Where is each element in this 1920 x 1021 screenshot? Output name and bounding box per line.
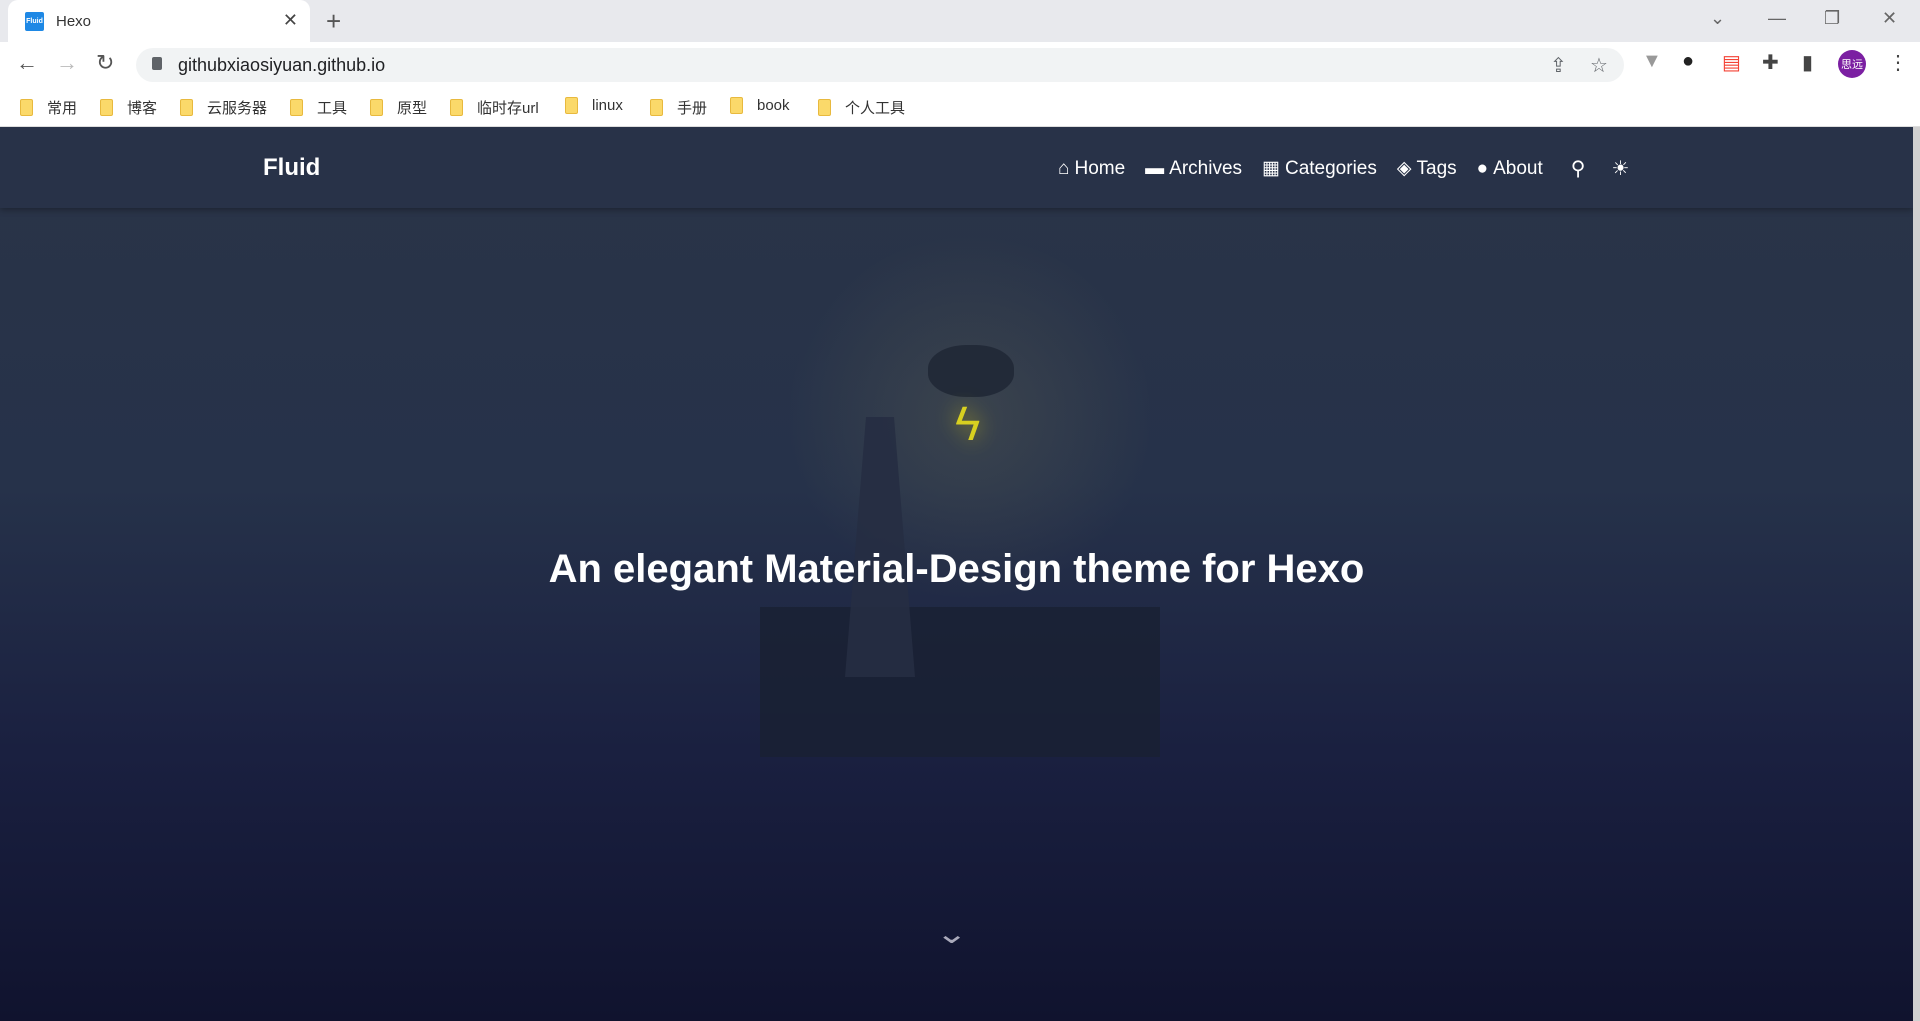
close-window-button[interactable]: ✕ xyxy=(1882,8,1897,29)
nav-label: About xyxy=(1493,157,1543,179)
bookmark-folder[interactable]: 博客 xyxy=(100,97,157,118)
bookmark-folder[interactable]: 原型 xyxy=(370,97,427,118)
toolbar: ← → ↻ githubxiaosiyuan.github.io ⇪ ☆ ▼ ●… xyxy=(0,42,1920,86)
folder-icon xyxy=(818,99,831,116)
folder-icon xyxy=(565,97,578,114)
search-icon[interactable]: ⚲ xyxy=(1571,156,1586,181)
restore-button[interactable]: ❐ xyxy=(1824,8,1840,29)
folder-icon xyxy=(450,99,463,116)
menu-kebab-icon[interactable]: ⋮ xyxy=(1888,50,1908,75)
site-navbar: Fluid ⌂ Home ▬ Archives ▦ Categories ◈ Tags … xyxy=(0,127,1913,208)
bookmark-folder[interactable]: 手册 xyxy=(650,97,707,118)
scroll-down-chevron-icon[interactable]: ⌄ xyxy=(935,917,968,950)
bookmark-label: 手册 xyxy=(677,100,708,117)
bookmark-label: book xyxy=(757,97,790,114)
tags-icon: ◈ xyxy=(1396,158,1412,179)
bookmark-label: 工具 xyxy=(317,100,348,117)
home-icon: ⌂ xyxy=(1058,157,1070,179)
bookmark-label: linux xyxy=(592,97,623,114)
bookmark-label: 云服务器 xyxy=(207,100,268,117)
folder-icon xyxy=(100,99,113,116)
bookmark-label: 原型 xyxy=(397,100,428,117)
minimize-button[interactable]: — xyxy=(1768,8,1786,29)
site-menu: ⌂ Home ▬ Archives ▦ Categories ◈ Tags ● About… xyxy=(1058,156,1629,181)
tab-title: Hexo xyxy=(56,12,92,30)
close-tab-icon[interactable]: ✕ xyxy=(283,10,298,31)
categories-icon: ▦ xyxy=(1262,158,1280,179)
hero-image-cloud xyxy=(928,345,1014,397)
share-icon[interactable]: ⇪ xyxy=(1550,53,1567,78)
nav-categories[interactable]: ▦ Categories xyxy=(1262,156,1377,181)
folder-icon xyxy=(290,99,303,116)
bookmark-folder[interactable]: linux xyxy=(565,97,623,114)
page-viewport: ϟ Fluid ⌂ Home ▬ Archives ▦ Categories ◈ Tag… xyxy=(0,127,1913,1021)
nav-archives[interactable]: ▬ Archives xyxy=(1145,156,1242,181)
bookmark-label: 临时存url xyxy=(477,100,539,117)
user-icon: ● xyxy=(1476,157,1489,179)
hero-title: An elegant Material-Design theme for Hex… xyxy=(548,547,1365,591)
bookmark-folder[interactable]: 临时存url xyxy=(450,97,539,118)
folder-icon xyxy=(180,99,193,116)
favicon: Fluid xyxy=(25,11,44,31)
address-bar[interactable]: githubxiaosiyuan.github.io ⇪ ☆ xyxy=(136,48,1624,82)
bookmark-label: 常用 xyxy=(47,100,78,117)
evernote-extension-icon[interactable]: ● xyxy=(1682,50,1694,73)
bookmark-folder[interactable]: 工具 xyxy=(290,97,347,118)
bookmark-star-icon[interactable]: ☆ xyxy=(1590,53,1608,78)
folder-icon xyxy=(20,99,33,116)
page-scrollbar[interactable] xyxy=(1913,127,1920,1021)
hero-image-island xyxy=(760,607,1160,757)
theme-toggle-sun-icon[interactable]: ☀ xyxy=(1611,156,1629,181)
folder-icon xyxy=(730,97,743,114)
nav-label: Archives xyxy=(1169,157,1243,179)
folder-icon xyxy=(370,99,383,116)
bookmark-label: 个人工具 xyxy=(845,100,906,117)
folder-icon xyxy=(650,99,663,116)
nav-label: Home xyxy=(1074,157,1126,179)
bookmark-folder[interactable]: 云服务器 xyxy=(180,97,267,118)
profile-avatar[interactable]: 思远 xyxy=(1838,50,1866,78)
side-panel-icon[interactable]: ▮ xyxy=(1802,50,1813,75)
nav-label: Tags xyxy=(1416,157,1457,179)
reload-button[interactable]: ↻ xyxy=(96,50,114,76)
forward-button[interactable]: → xyxy=(56,50,78,76)
bookmark-folder[interactable]: 常用 xyxy=(20,97,77,118)
archive-icon: ▬ xyxy=(1145,157,1165,179)
bookmark-folder[interactable]: book xyxy=(730,97,790,114)
vue-extension-icon[interactable]: ▼ xyxy=(1642,50,1662,73)
back-button[interactable]: ← xyxy=(16,50,38,76)
bookmarks-bar: 常用 博客 云服务器 工具 原型 临时存url linux 手册 book 个人… xyxy=(0,86,1920,127)
nav-tags[interactable]: ◈ Tags xyxy=(1397,156,1457,181)
extensions-puzzle-icon[interactable]: ✚ xyxy=(1762,50,1779,75)
notes-extension-icon[interactable]: ▤ xyxy=(1722,50,1741,75)
browser-tab[interactable]: Fluid Hexo ✕ xyxy=(8,0,310,42)
nav-about[interactable]: ● About xyxy=(1477,156,1543,181)
site-brand[interactable]: Fluid xyxy=(263,154,320,182)
lightning-icon: ϟ xyxy=(955,398,981,451)
nav-home[interactable]: ⌂ Home xyxy=(1058,156,1125,181)
url-text[interactable]: githubxiaosiyuan.github.io xyxy=(178,55,385,76)
nav-label: Categories xyxy=(1284,157,1377,179)
tab-search-icon[interactable]: ⌄ xyxy=(1710,8,1725,29)
bookmark-folder[interactable]: 个人工具 xyxy=(818,97,905,118)
new-tab-button[interactable]: + xyxy=(326,6,341,37)
bookmark-label: 博客 xyxy=(127,100,158,117)
lock-icon[interactable] xyxy=(152,57,162,70)
tab-strip: Fluid Hexo ✕ + ⌄ — ❐ ✕ xyxy=(0,0,1920,42)
